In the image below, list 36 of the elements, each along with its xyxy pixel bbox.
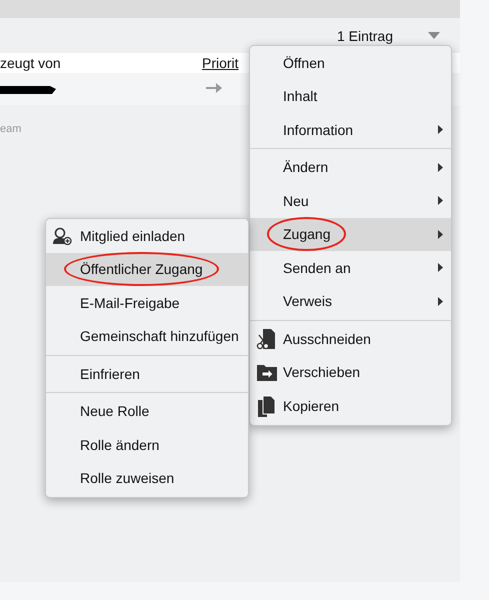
menu-item[interactable]: Öffnen xyxy=(250,46,451,80)
submenu-arrow-icon xyxy=(438,230,443,239)
redaction-mark xyxy=(0,83,56,95)
entry-count: 1 Eintrag xyxy=(336,28,393,44)
dropdown-caret-icon[interactable] xyxy=(428,32,440,40)
menu-item[interactable]: Inhalt xyxy=(250,80,451,113)
menu-item[interactable]: Einfrieren xyxy=(46,357,248,390)
menu-item[interactable]: Rolle ändern xyxy=(46,428,248,462)
menu-item[interactable]: Verschieben xyxy=(250,356,451,389)
menu-item[interactable]: Rolle zuweisen xyxy=(46,462,248,495)
team-label: eam xyxy=(0,123,22,135)
menu-item[interactable]: Öffentlicher Zugang xyxy=(46,252,248,286)
menu-item[interactable]: E-Mail-Freigabe xyxy=(46,286,248,320)
scissors-icon xyxy=(256,328,276,350)
submenu-arrow-icon xyxy=(438,196,443,206)
menu-item[interactable]: Neu xyxy=(250,184,451,218)
arrow-right-icon xyxy=(206,82,222,94)
menu-item[interactable]: Neue Rolle xyxy=(46,394,248,428)
menu-item[interactable]: Zugang xyxy=(250,218,451,251)
folder-arrow-icon xyxy=(256,362,278,382)
menu-item[interactable]: Verweis xyxy=(250,284,451,318)
column-header[interactable]: Priorit xyxy=(202,55,239,71)
menu-item[interactable]: Ausschneiden xyxy=(250,322,451,356)
menu-item[interactable]: Mitglied einladen xyxy=(46,219,248,252)
submenu-arrow-icon xyxy=(438,263,443,272)
menu-item[interactable]: Senden an xyxy=(250,251,451,284)
copy-icon xyxy=(256,394,276,417)
menu-item[interactable]: Ändern xyxy=(250,150,451,184)
submenu-arrow-icon xyxy=(438,125,443,134)
submenu-arrow-icon xyxy=(438,162,443,172)
column-header[interactable]: zeugt von xyxy=(0,55,202,71)
menu-item[interactable]: Gemeinschaft hinzufügen xyxy=(46,320,248,353)
menu-item[interactable]: Kopieren xyxy=(250,389,451,422)
user-add-icon xyxy=(52,226,72,245)
submenu-arrow-icon xyxy=(438,296,443,306)
menu-item[interactable]: Information xyxy=(250,113,451,146)
